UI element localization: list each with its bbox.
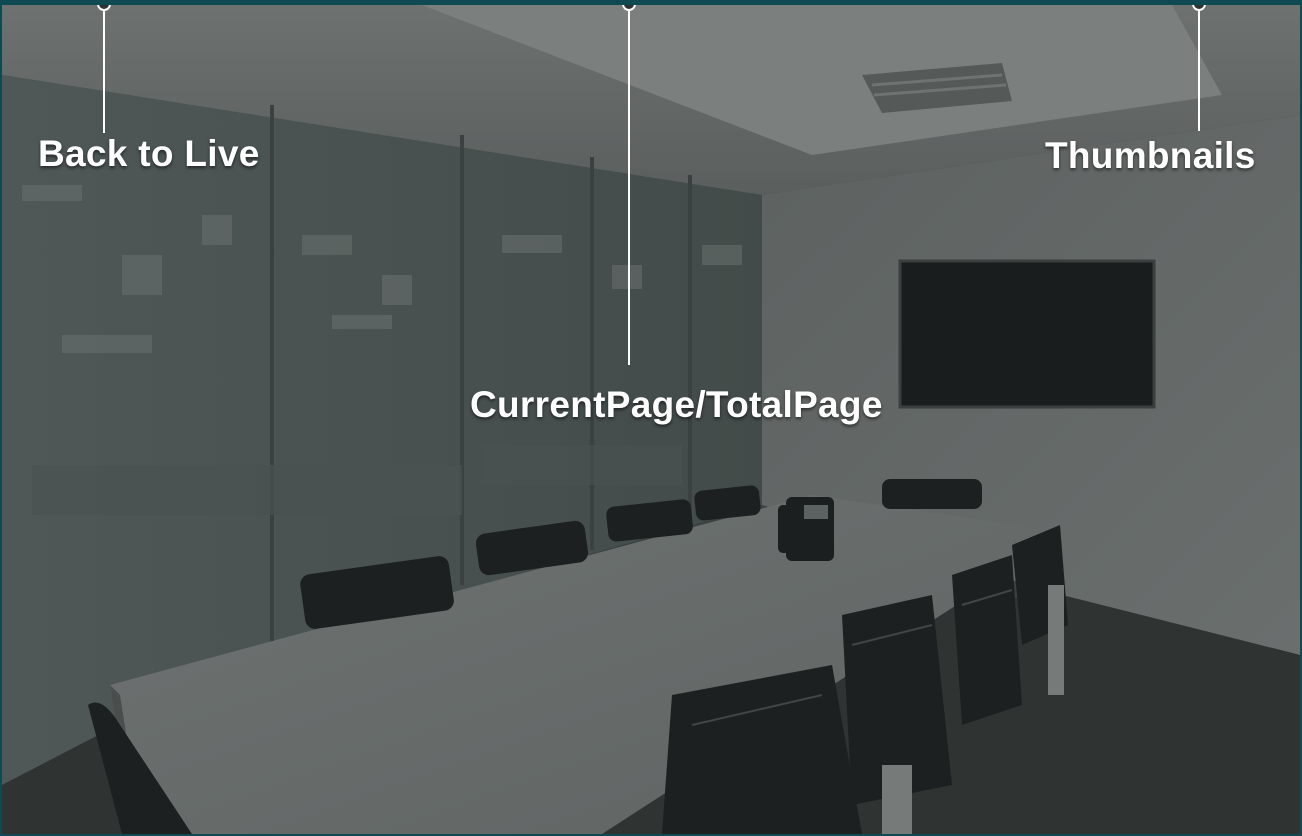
- thumbnails-label: Thumbnails: [1045, 135, 1256, 176]
- back-to-live-callout-line: [97, 5, 111, 133]
- thumbnails-callout-line: [1192, 5, 1206, 131]
- page-indicator-label: CurrentPage/TotalPage: [470, 384, 883, 425]
- page-indicator-callout-line: [622, 5, 636, 365]
- back-to-live-label: Back to Live: [38, 133, 260, 174]
- annotated-screen: Back to Live CurrentPage/TotalPage Thumb…: [0, 0, 1302, 836]
